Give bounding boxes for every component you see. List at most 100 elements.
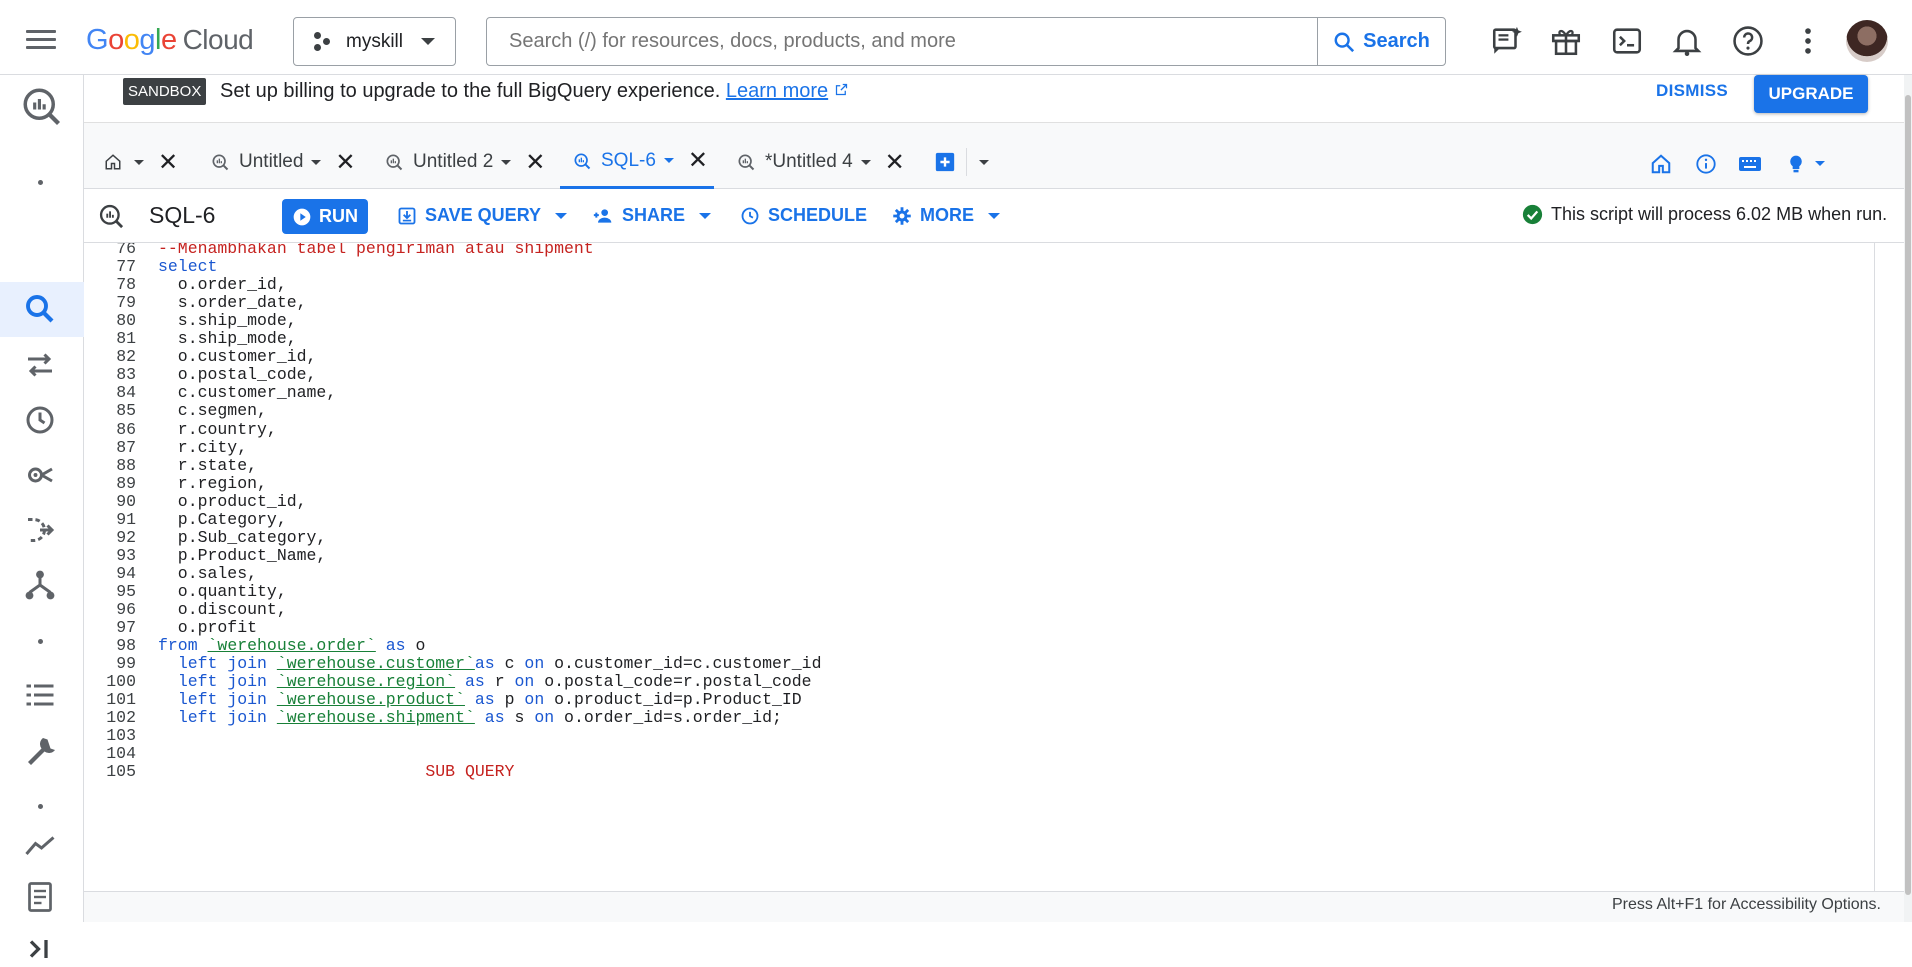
- info-icon[interactable]: [1695, 153, 1717, 175]
- more-button[interactable]: MORE: [892, 205, 1000, 226]
- help-icon[interactable]: [1731, 24, 1765, 58]
- dataform-icon[interactable]: [22, 512, 58, 548]
- code-text: p.Category,: [158, 509, 287, 529]
- code-text: --Menambhakan tabel pengiriman atau ship…: [158, 243, 594, 258]
- chevron-down-icon[interactable]: [134, 159, 144, 165]
- rail-dot-icon: [22, 164, 58, 200]
- tab-untitled-2[interactable]: Untitled 2 ✕: [384, 135, 545, 189]
- logo-cloud: Cloud: [182, 24, 254, 55]
- code-text: o.product_id,: [158, 491, 307, 511]
- code-text: left join `werehouse.region` as r on o.p…: [177, 672, 812, 692]
- line-number: 82: [116, 347, 136, 367]
- line-number: 77: [116, 257, 136, 277]
- tab-sql-6[interactable]: SQL-6 ✕: [560, 135, 714, 189]
- rail-dot-icon: [22, 623, 58, 659]
- chevron-down-icon[interactable]: [860, 159, 871, 165]
- schedule-button[interactable]: SCHEDULE: [740, 205, 867, 226]
- gift-icon[interactable]: [1549, 24, 1583, 58]
- transfers-icon[interactable]: [22, 347, 58, 383]
- close-tab-icon[interactable]: ✕: [335, 148, 355, 177]
- home-icon[interactable]: [1650, 153, 1672, 175]
- google-cloud-logo[interactable]: Google Cloud: [86, 24, 254, 57]
- chevron-down-icon[interactable]: [1815, 161, 1825, 166]
- list-icon[interactable]: [22, 677, 58, 713]
- page-scrollbar[interactable]: [1904, 75, 1912, 922]
- share-button[interactable]: SHARE: [592, 205, 712, 226]
- more-vert-icon[interactable]: [1791, 24, 1825, 58]
- line-number: 94: [116, 563, 136, 583]
- search-input[interactable]: [487, 18, 1317, 65]
- query-icon: [574, 153, 591, 169]
- search-bar: Search: [486, 17, 1446, 66]
- notes-sparkle-icon[interactable]: [1490, 24, 1524, 58]
- search-icon: [1334, 32, 1355, 52]
- code-text: p.Sub_category,: [158, 527, 327, 547]
- tab-untitled-4[interactable]: *Untitled 4 ✕: [736, 135, 905, 189]
- monitoring-chart-icon[interactable]: [22, 833, 58, 857]
- project-picker[interactable]: myskill: [293, 17, 456, 66]
- pipelines-icon[interactable]: [22, 567, 58, 603]
- code-text: left join `werehouse.shipment` as s on o…: [177, 708, 782, 728]
- tab-home[interactable]: ✕: [104, 135, 178, 189]
- release-notes-icon[interactable]: [22, 879, 58, 915]
- chevron-down-icon: [555, 212, 568, 219]
- banner-message: Set up billing to upgrade to the full Bi…: [220, 80, 849, 103]
- upgrade-button[interactable]: UPGRADE: [1754, 75, 1868, 113]
- line-number: 85: [116, 401, 136, 421]
- chevron-down-icon[interactable]: [979, 159, 989, 165]
- new-tab-button[interactable]: [934, 135, 989, 189]
- notifications-bell-icon[interactable]: [1670, 24, 1704, 58]
- line-number: 84: [116, 383, 136, 403]
- line-number: 93: [116, 545, 136, 565]
- line-number: 96: [116, 600, 136, 619]
- save-query-button[interactable]: SAVE QUERY: [397, 205, 568, 226]
- page-scrollbar-thumb[interactable]: [1905, 95, 1911, 895]
- learn-more-link[interactable]: Learn more: [726, 80, 828, 102]
- tab-label: Untitled: [239, 151, 304, 172]
- sandbox-banner: SANDBOX Set up billing to upgrade to the…: [84, 75, 1904, 123]
- editor-line[interactable]: 105 SUB QUERY: [84, 762, 1874, 784]
- code-text: c.customer_name,: [158, 383, 337, 403]
- line-number: 79: [116, 293, 136, 313]
- user-avatar[interactable]: [1846, 20, 1888, 62]
- analytics-hub-icon[interactable]: [22, 457, 58, 493]
- line-number: 76: [116, 243, 136, 258]
- hamburger-menu-icon[interactable]: [26, 30, 56, 54]
- code-text: o.profit: [158, 618, 258, 638]
- query-icon: [99, 204, 124, 229]
- tab-label: *Untitled 4: [765, 151, 853, 172]
- chevron-down-icon: [699, 212, 712, 219]
- expand-rail-icon[interactable]: [22, 931, 58, 967]
- lightbulb-icon[interactable]: [1786, 153, 1806, 175]
- tab-untitled[interactable]: Untitled ✕: [210, 135, 356, 189]
- sql-editor[interactable]: 76 --Menambhakan tabel pengiriman atau sh…: [84, 243, 1874, 891]
- chevron-down-icon[interactable]: [663, 158, 674, 163]
- cloud-shell-icon[interactable]: [1610, 24, 1644, 58]
- close-tab-icon[interactable]: ✕: [885, 148, 905, 177]
- close-tab-icon[interactable]: ✕: [525, 148, 545, 177]
- run-button[interactable]: RUN: [282, 199, 368, 234]
- line-number: 89: [116, 473, 136, 493]
- sandbox-badge: SANDBOX: [123, 78, 207, 105]
- code-text: r.region,: [158, 473, 267, 493]
- line-number: 83: [116, 365, 136, 385]
- keyboard-icon[interactable]: [1738, 153, 1762, 175]
- save-query-label: SAVE QUERY: [425, 205, 542, 225]
- search-button[interactable]: Search: [1317, 18, 1445, 65]
- query-title: SQL-6: [149, 202, 216, 228]
- close-tab-icon[interactable]: ✕: [158, 148, 178, 177]
- dismiss-button[interactable]: DISMISS: [1656, 81, 1728, 101]
- chevron-down-icon[interactable]: [501, 159, 512, 165]
- history-clock-icon[interactable]: [22, 402, 58, 438]
- editor-scrollbar[interactable]: [1874, 243, 1904, 891]
- code-text: from `werehouse.order` as o: [158, 636, 426, 656]
- line-number: 91: [116, 509, 136, 529]
- code-text: s.ship_mode,: [158, 329, 297, 349]
- chevron-down-icon[interactable]: [311, 159, 322, 165]
- close-tab-icon[interactable]: ✕: [688, 146, 708, 175]
- bigquery-logo-icon[interactable]: [20, 85, 62, 127]
- top-bar: Google Cloud myskill Search: [0, 0, 1912, 75]
- code-text: o.sales,: [158, 563, 258, 583]
- search-icon[interactable]: [22, 291, 58, 327]
- wrench-icon[interactable]: [22, 732, 58, 768]
